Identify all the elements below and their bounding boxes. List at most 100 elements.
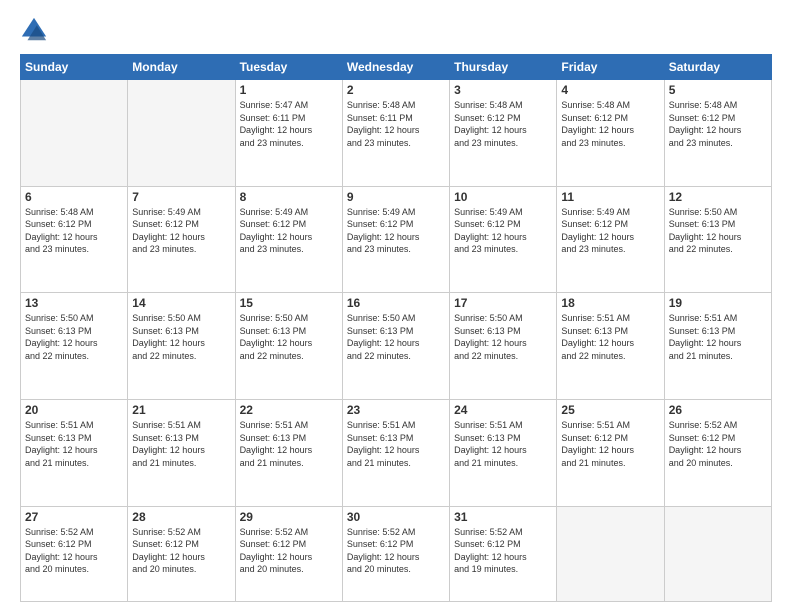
day-info: Sunrise: 5:49 AM Sunset: 6:12 PM Dayligh… xyxy=(347,206,445,256)
calendar-cell: 8Sunrise: 5:49 AM Sunset: 6:12 PM Daylig… xyxy=(235,186,342,293)
calendar-cell: 21 Sunrise: 5:51 AM Sunset: 6:13 PM Dayli… xyxy=(128,399,235,506)
calendar-cell: 16 Sunrise: 5:50 AM Sunset: 6:13 PM Dayli… xyxy=(342,293,449,400)
calendar-header-wednesday: Wednesday xyxy=(342,55,449,80)
calendar-cell: 28 Sunrise: 5:52 AM Sunset: 6:12 PM Dayli… xyxy=(128,506,235,601)
day-info: Sunrise: 5:51 AM Sunset: 6:13 PM Dayligh… xyxy=(240,419,338,469)
calendar-cell: 14 Sunrise: 5:50 AM Sunset: 6:13 PM Dayli… xyxy=(128,293,235,400)
day-number: 26 xyxy=(669,403,767,417)
calendar-cell: 15 Sunrise: 5:50 AM Sunset: 6:13 PM Dayli… xyxy=(235,293,342,400)
day-info: Sunrise: 5:52 AM Sunset: 6:12 PM Dayligh… xyxy=(347,526,445,576)
calendar-cell: 7 Sunrise: 5:49 AM Sunset: 6:12 PM Daylig… xyxy=(128,186,235,293)
calendar-cell: 20Sunrise: 5:51 AM Sunset: 6:13 PM Dayli… xyxy=(21,399,128,506)
calendar-week-row: 27 Sunrise: 5:52 AM Sunset: 6:12 PM Dayli… xyxy=(21,506,772,601)
day-number: 2 xyxy=(347,83,445,97)
day-number: 3 xyxy=(454,83,552,97)
day-number: 13 xyxy=(25,296,123,310)
day-info: Sunrise: 5:51 AM Sunset: 6:13 PM Dayligh… xyxy=(132,419,230,469)
day-info: Sunrise: 5:51 AM Sunset: 6:13 PM Dayligh… xyxy=(561,312,659,362)
day-number: 14 xyxy=(132,296,230,310)
day-info: Sunrise: 5:51 AM Sunset: 6:12 PM Dayligh… xyxy=(561,419,659,469)
calendar-cell: 22 Sunrise: 5:51 AM Sunset: 6:13 PM Dayli… xyxy=(235,399,342,506)
day-number: 25 xyxy=(561,403,659,417)
day-info: Sunrise: 5:52 AM Sunset: 6:12 PM Dayligh… xyxy=(454,526,552,576)
calendar-cell: 29 Sunrise: 5:52 AM Sunset: 6:12 PM Dayli… xyxy=(235,506,342,601)
logo-icon xyxy=(20,16,48,44)
calendar-cell: 4 Sunrise: 5:48 AM Sunset: 6:12 PM Daylig… xyxy=(557,80,664,187)
day-number: 5 xyxy=(669,83,767,97)
day-info: Sunrise: 5:50 AM Sunset: 6:13 PM Dayligh… xyxy=(347,312,445,362)
calendar-cell: 19Sunrise: 5:51 AM Sunset: 6:13 PM Dayli… xyxy=(664,293,771,400)
calendar-cell: 10 Sunrise: 5:49 AM Sunset: 6:12 PM Dayli… xyxy=(450,186,557,293)
day-info: Sunrise: 5:49 AM Sunset: 6:12 PM Dayligh… xyxy=(132,206,230,256)
calendar-week-row: 6Sunrise: 5:48 AM Sunset: 6:12 PM Daylig… xyxy=(21,186,772,293)
calendar-cell: 2 Sunrise: 5:48 AM Sunset: 6:11 PM Daylig… xyxy=(342,80,449,187)
day-number: 10 xyxy=(454,190,552,204)
day-number: 27 xyxy=(25,510,123,524)
calendar-cell: 11Sunrise: 5:49 AM Sunset: 6:12 PM Dayli… xyxy=(557,186,664,293)
calendar-cell: 30Sunrise: 5:52 AM Sunset: 6:12 PM Dayli… xyxy=(342,506,449,601)
day-info: Sunrise: 5:50 AM Sunset: 6:13 PM Dayligh… xyxy=(669,206,767,256)
day-info: Sunrise: 5:49 AM Sunset: 6:12 PM Dayligh… xyxy=(240,206,338,256)
calendar-header-thursday: Thursday xyxy=(450,55,557,80)
day-info: Sunrise: 5:48 AM Sunset: 6:12 PM Dayligh… xyxy=(669,99,767,149)
day-info: Sunrise: 5:52 AM Sunset: 6:12 PM Dayligh… xyxy=(25,526,123,576)
day-number: 28 xyxy=(132,510,230,524)
day-info: Sunrise: 5:48 AM Sunset: 6:12 PM Dayligh… xyxy=(561,99,659,149)
day-info: Sunrise: 5:51 AM Sunset: 6:13 PM Dayligh… xyxy=(669,312,767,362)
page: SundayMondayTuesdayWednesdayThursdayFrid… xyxy=(0,0,792,612)
day-number: 21 xyxy=(132,403,230,417)
day-number: 6 xyxy=(25,190,123,204)
day-number: 11 xyxy=(561,190,659,204)
day-number: 31 xyxy=(454,510,552,524)
calendar-week-row: 13 Sunrise: 5:50 AM Sunset: 6:13 PM Dayli… xyxy=(21,293,772,400)
calendar-week-row: 1 Sunrise: 5:47 AM Sunset: 6:11 PM Daylig… xyxy=(21,80,772,187)
header xyxy=(20,16,772,44)
day-number: 24 xyxy=(454,403,552,417)
calendar-header-monday: Monday xyxy=(128,55,235,80)
day-number: 12 xyxy=(669,190,767,204)
calendar-header-saturday: Saturday xyxy=(664,55,771,80)
day-info: Sunrise: 5:52 AM Sunset: 6:12 PM Dayligh… xyxy=(132,526,230,576)
day-number: 29 xyxy=(240,510,338,524)
calendar-week-row: 20Sunrise: 5:51 AM Sunset: 6:13 PM Dayli… xyxy=(21,399,772,506)
day-info: Sunrise: 5:47 AM Sunset: 6:11 PM Dayligh… xyxy=(240,99,338,149)
calendar-cell xyxy=(664,506,771,601)
day-info: Sunrise: 5:51 AM Sunset: 6:13 PM Dayligh… xyxy=(454,419,552,469)
day-info: Sunrise: 5:49 AM Sunset: 6:12 PM Dayligh… xyxy=(454,206,552,256)
calendar-cell: 9 Sunrise: 5:49 AM Sunset: 6:12 PM Daylig… xyxy=(342,186,449,293)
day-number: 17 xyxy=(454,296,552,310)
day-number: 16 xyxy=(347,296,445,310)
calendar-header-sunday: Sunday xyxy=(21,55,128,80)
calendar-cell xyxy=(128,80,235,187)
day-number: 1 xyxy=(240,83,338,97)
day-info: Sunrise: 5:48 AM Sunset: 6:12 PM Dayligh… xyxy=(454,99,552,149)
day-number: 4 xyxy=(561,83,659,97)
calendar-cell: 1 Sunrise: 5:47 AM Sunset: 6:11 PM Daylig… xyxy=(235,80,342,187)
calendar-cell: 6Sunrise: 5:48 AM Sunset: 6:12 PM Daylig… xyxy=(21,186,128,293)
day-info: Sunrise: 5:50 AM Sunset: 6:13 PM Dayligh… xyxy=(25,312,123,362)
day-number: 18 xyxy=(561,296,659,310)
calendar-cell: 18 Sunrise: 5:51 AM Sunset: 6:13 PM Dayli… xyxy=(557,293,664,400)
day-number: 9 xyxy=(347,190,445,204)
day-number: 7 xyxy=(132,190,230,204)
day-info: Sunrise: 5:50 AM Sunset: 6:13 PM Dayligh… xyxy=(132,312,230,362)
day-info: Sunrise: 5:52 AM Sunset: 6:12 PM Dayligh… xyxy=(240,526,338,576)
calendar-cell: 26 Sunrise: 5:52 AM Sunset: 6:12 PM Dayli… xyxy=(664,399,771,506)
day-number: 23 xyxy=(347,403,445,417)
calendar-cell xyxy=(21,80,128,187)
calendar-header-row: SundayMondayTuesdayWednesdayThursdayFrid… xyxy=(21,55,772,80)
day-info: Sunrise: 5:52 AM Sunset: 6:12 PM Dayligh… xyxy=(669,419,767,469)
calendar-cell: 12 Sunrise: 5:50 AM Sunset: 6:13 PM Dayli… xyxy=(664,186,771,293)
day-info: Sunrise: 5:51 AM Sunset: 6:13 PM Dayligh… xyxy=(347,419,445,469)
day-info: Sunrise: 5:50 AM Sunset: 6:13 PM Dayligh… xyxy=(240,312,338,362)
day-number: 15 xyxy=(240,296,338,310)
calendar-cell: 25 Sunrise: 5:51 AM Sunset: 6:12 PM Dayli… xyxy=(557,399,664,506)
calendar-cell: 17Sunrise: 5:50 AM Sunset: 6:13 PM Dayli… xyxy=(450,293,557,400)
calendar-cell: 27 Sunrise: 5:52 AM Sunset: 6:12 PM Dayli… xyxy=(21,506,128,601)
calendar-cell: 23 Sunrise: 5:51 AM Sunset: 6:13 PM Dayli… xyxy=(342,399,449,506)
day-number: 22 xyxy=(240,403,338,417)
calendar-header-tuesday: Tuesday xyxy=(235,55,342,80)
calendar-cell: 13 Sunrise: 5:50 AM Sunset: 6:13 PM Dayli… xyxy=(21,293,128,400)
day-info: Sunrise: 5:48 AM Sunset: 6:11 PM Dayligh… xyxy=(347,99,445,149)
calendar-cell xyxy=(557,506,664,601)
